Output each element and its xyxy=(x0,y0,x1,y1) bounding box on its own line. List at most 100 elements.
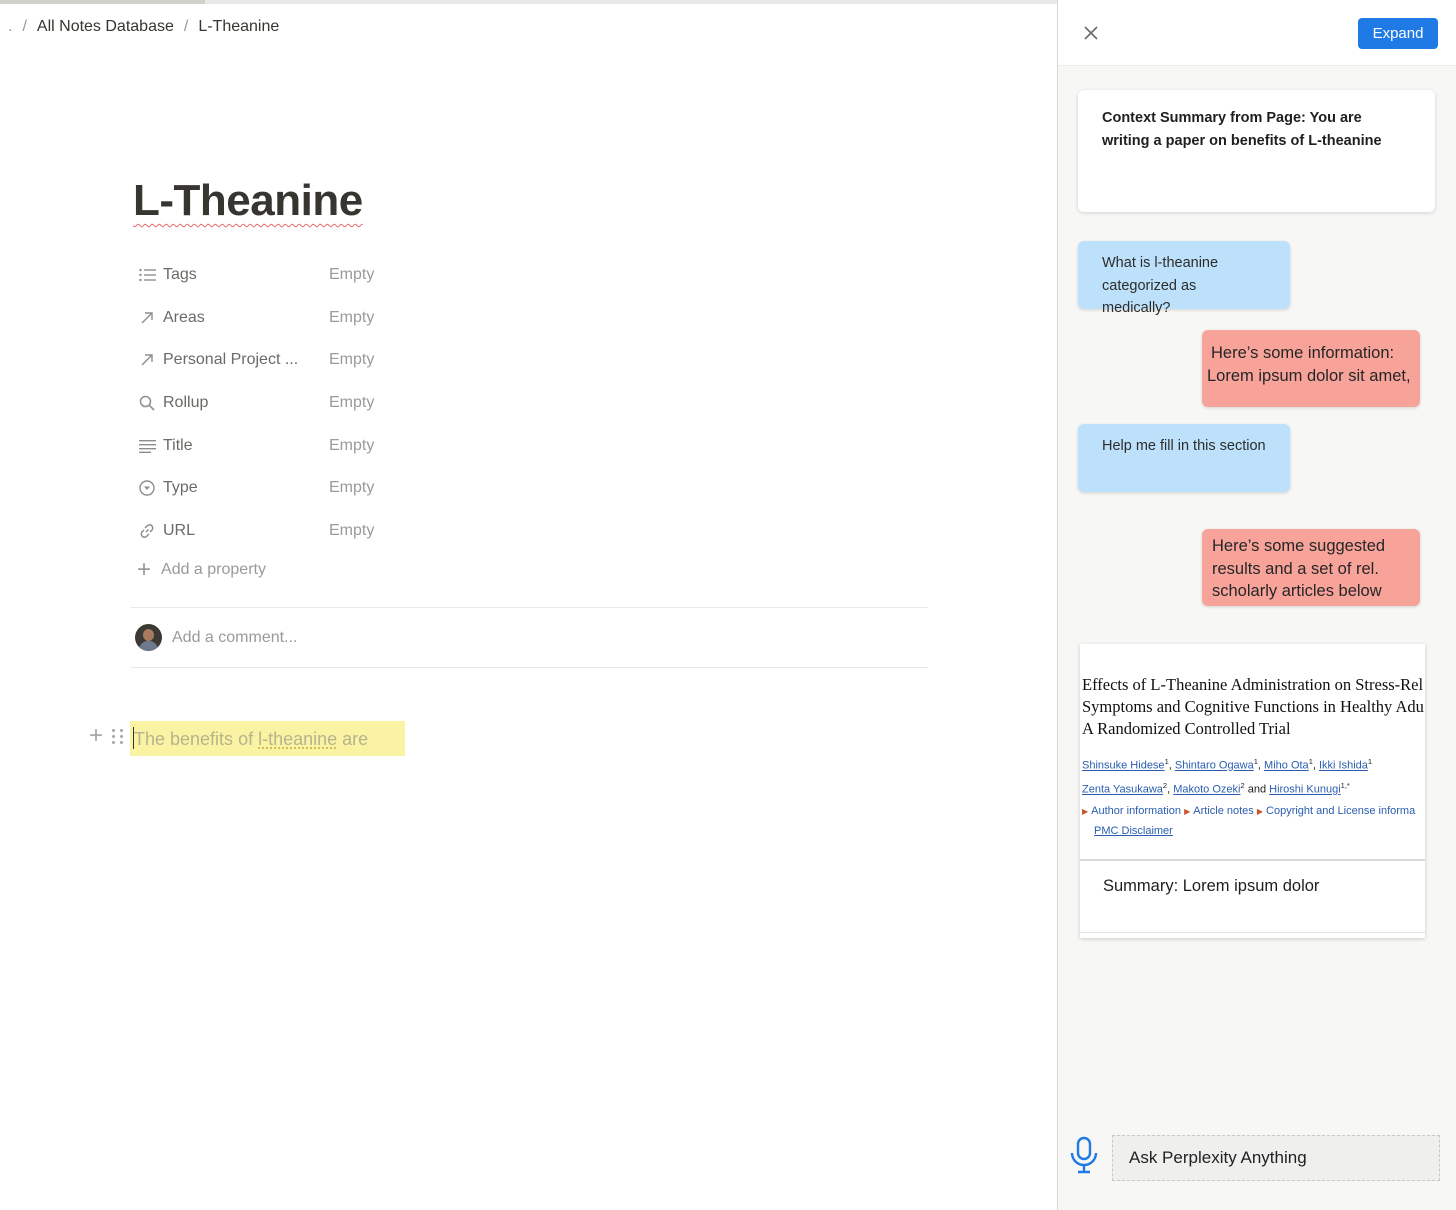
property-list: Tags Empty Areas Empty Personal Project … xyxy=(137,254,937,552)
search-icon xyxy=(137,393,157,413)
article-card[interactable]: Effects of L-Theanine Administration on … xyxy=(1080,644,1425,938)
author-link[interactable]: Zenta Yasukawa xyxy=(1082,784,1163,796)
breadcrumb-item-all-notes[interactable]: All Notes Database xyxy=(37,18,174,36)
property-label: Rollup xyxy=(163,394,209,412)
assistant-message-line: scholarly articles below xyxy=(1212,582,1382,600)
link-icon xyxy=(137,521,157,541)
article-title[interactable]: Effects of L-Theanine Administration on … xyxy=(1082,674,1425,740)
assistant-message-line: results and a set of rel. xyxy=(1212,559,1379,578)
property-label: Tags xyxy=(163,266,197,284)
article-notes-link[interactable]: Article notes xyxy=(1193,805,1254,817)
assistant-message-line: Here’s some suggested xyxy=(1212,537,1386,555)
property-label: Type xyxy=(163,479,198,497)
author-affiliation: 1 xyxy=(1308,757,1313,766)
property-row-rollup[interactable]: Rollup Empty xyxy=(137,382,937,425)
author-affiliation: 2 xyxy=(1162,781,1168,791)
text-block-highlighted[interactable]: The benefits of l-theanine are xyxy=(130,721,405,756)
property-value[interactable]: Empty xyxy=(329,351,374,369)
property-row-url[interactable]: URL Empty xyxy=(137,510,937,553)
assistant-message-line: Lorem ipsum dolor sit amet, xyxy=(1207,366,1411,385)
property-value[interactable]: Empty xyxy=(329,522,374,540)
property-value[interactable]: Empty xyxy=(329,437,374,455)
block-text-misspelled: l-theanine xyxy=(258,729,338,749)
arrow-up-right-icon xyxy=(137,308,157,328)
block-text-part: The benefits of xyxy=(134,729,259,749)
property-row-type[interactable]: Type Empty xyxy=(137,467,937,510)
close-icon[interactable] xyxy=(1080,22,1102,44)
property-label: URL xyxy=(163,521,196,539)
divider xyxy=(131,667,928,668)
block-text: The benefits of l-theanine are xyxy=(134,729,368,750)
property-row-title[interactable]: Title Empty xyxy=(137,424,937,467)
comment-placeholder: Add a comment... xyxy=(172,628,298,646)
author-link[interactable]: Shinsuke Hidese xyxy=(1082,760,1165,772)
author-link[interactable]: Hiroshi Kunugi xyxy=(1269,784,1341,796)
copyright-link[interactable]: Copyright and License informa xyxy=(1266,805,1415,817)
editor-pane: . / All Notes Database / L-Theanine L-Th… xyxy=(0,4,1057,1210)
article-authors: Shinsuke Hidese1, Shintaro Ogawa1, Miho … xyxy=(1082,757,1373,796)
select-icon xyxy=(137,478,157,498)
property-value[interactable]: Empty xyxy=(329,394,374,412)
avatar xyxy=(135,624,162,651)
arrow-up-right-icon xyxy=(137,350,157,370)
breadcrumb-separator: / xyxy=(22,18,27,35)
and-word: and xyxy=(1247,783,1267,796)
triangle-right-icon: ▶ xyxy=(1256,807,1264,816)
assistant-message-line: Here’s some information: xyxy=(1211,344,1395,362)
author-affiliation: 1 xyxy=(1164,757,1169,766)
user-message: Help me fill in this section xyxy=(1078,424,1290,492)
author-affiliation: 1 xyxy=(1367,757,1373,766)
property-value[interactable]: Empty xyxy=(329,266,374,284)
assistant-message: Here’s some information: Lorem ipsum dol… xyxy=(1202,330,1420,407)
user-message: What is l-theanine categorized as medica… xyxy=(1078,241,1290,316)
drag-handle-icon[interactable] xyxy=(112,727,124,745)
pmc-disclaimer-link[interactable]: PMC Disclaimer xyxy=(1094,821,1173,841)
add-block-icon[interactable]: + xyxy=(86,724,106,748)
property-row-areas[interactable]: Areas Empty xyxy=(137,297,937,340)
author-affiliation: 2 xyxy=(1240,781,1245,791)
plus-icon: + xyxy=(137,556,152,583)
page-title[interactable]: L-Theanine xyxy=(133,176,363,226)
context-summary-card: Context Summary from Page: You are writi… xyxy=(1078,90,1435,212)
block-handles: + xyxy=(86,724,124,748)
text-lines-icon xyxy=(137,436,157,456)
author-link[interactable]: Makoto Ozeki xyxy=(1173,784,1240,796)
assistant-message: Here’s some suggested results and a set … xyxy=(1202,529,1420,606)
panel-header: Expand xyxy=(1058,0,1456,66)
microphone-icon[interactable] xyxy=(1068,1135,1100,1175)
property-label: Areas xyxy=(163,308,205,326)
ask-input[interactable]: Ask Perplexity Anything xyxy=(1112,1135,1440,1181)
breadcrumb: . / All Notes Database / L-Theanine xyxy=(8,18,279,36)
property-label: Personal Project ... xyxy=(163,351,299,369)
author-information-link[interactable]: Author information xyxy=(1091,805,1181,817)
author-link[interactable]: Miho Ota xyxy=(1264,760,1309,772)
article-title-line: Symptoms and Cognitive Functions in Heal… xyxy=(1082,697,1424,716)
article-title-line: Effects of L-Theanine Administration on … xyxy=(1082,675,1424,694)
author-link[interactable]: Shintaro Ogawa xyxy=(1175,760,1254,772)
article-meta-links: ▶ Author information ▶ Article notes ▶ Copy… xyxy=(1082,801,1425,822)
triangle-right-icon: ▶ xyxy=(1184,807,1191,816)
breadcrumb-separator: / xyxy=(183,18,189,35)
comment-input[interactable]: Add a comment... xyxy=(135,624,297,651)
author-affiliation: 1,* xyxy=(1340,781,1350,791)
breadcrumb-item-current-page[interactable]: L-Theanine xyxy=(198,18,279,36)
article-summary: Summary: Lorem ipsum dolor xyxy=(1103,877,1320,895)
assistant-panel: Expand Context Summary from Page: You ar… xyxy=(1058,0,1456,1210)
add-property-label: Add a property xyxy=(161,561,266,578)
block-text-part: are xyxy=(337,729,369,749)
article-title-line: A Randomized Controlled Trial xyxy=(1082,719,1291,738)
divider xyxy=(131,607,928,608)
breadcrumb-lead: . xyxy=(8,18,13,35)
ask-placeholder: Ask Perplexity Anything xyxy=(1129,1148,1307,1167)
divider xyxy=(1080,932,1425,933)
divider xyxy=(1080,859,1425,861)
property-value[interactable]: Empty xyxy=(329,309,374,327)
author-link[interactable]: Ikki Ishida xyxy=(1319,760,1368,772)
expand-button[interactable]: Expand xyxy=(1358,18,1438,49)
triangle-right-icon: ▶ xyxy=(1082,807,1089,816)
property-row-personal-project[interactable]: Personal Project ... Empty xyxy=(137,339,937,382)
property-row-tags[interactable]: Tags Empty xyxy=(137,254,937,297)
property-value[interactable]: Empty xyxy=(329,479,374,497)
list-icon xyxy=(137,265,157,285)
add-property-button[interactable]: + Add a property xyxy=(137,556,266,583)
